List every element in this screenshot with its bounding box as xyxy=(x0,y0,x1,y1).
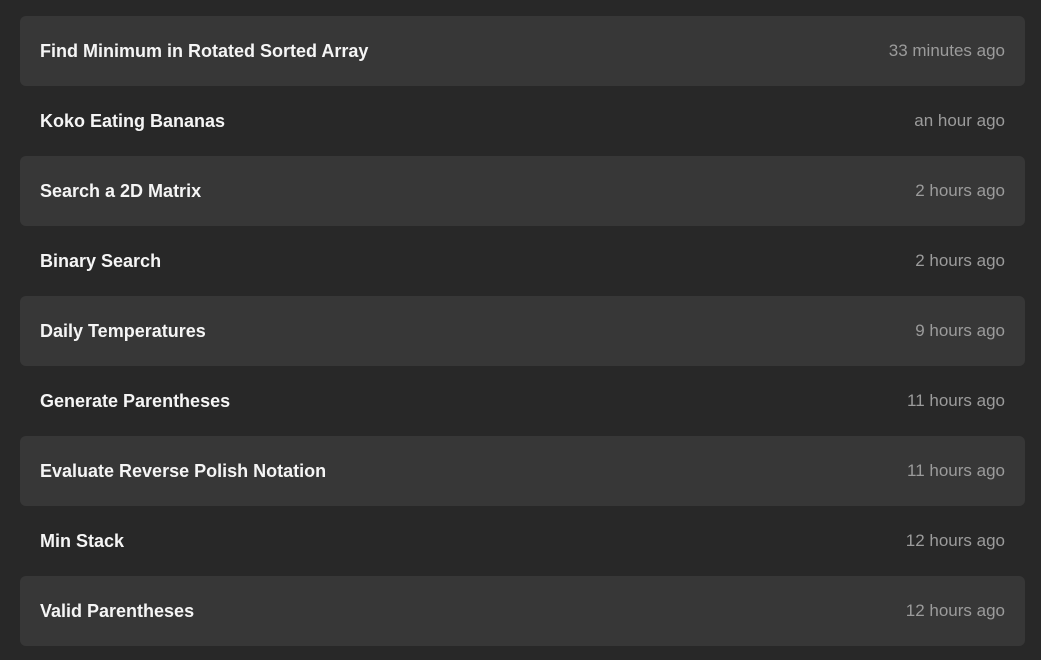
problem-title: Find Minimum in Rotated Sorted Array xyxy=(40,40,369,61)
problem-title: Search a 2D Matrix xyxy=(40,180,202,201)
list-item[interactable]: Min Stack 12 hours ago xyxy=(20,506,1025,576)
submission-time: an hour ago xyxy=(914,111,1005,130)
list-item[interactable]: Daily Temperatures 9 hours ago xyxy=(20,296,1025,366)
submission-time: 12 hours ago xyxy=(905,601,1005,620)
problem-title: Daily Temperatures xyxy=(40,320,206,341)
submission-time: 2 hours ago xyxy=(915,251,1005,270)
submission-time: 2 hours ago xyxy=(915,181,1005,200)
submission-time: 33 minutes ago xyxy=(888,41,1005,60)
list-item[interactable]: Valid Parentheses 12 hours ago xyxy=(20,576,1025,646)
recent-submissions-list: Find Minimum in Rotated Sorted Array 33 … xyxy=(20,16,1025,646)
problem-title: Evaluate Reverse Polish Notation xyxy=(40,460,327,481)
list-item[interactable]: Koko Eating Bananas an hour ago xyxy=(20,86,1025,156)
problem-title: Binary Search xyxy=(40,250,162,271)
problem-title: Valid Parentheses xyxy=(40,600,195,621)
list-item[interactable]: Find Minimum in Rotated Sorted Array 33 … xyxy=(20,16,1025,86)
submission-time: 12 hours ago xyxy=(905,531,1005,550)
submission-time: 11 hours ago xyxy=(907,461,1005,480)
list-item[interactable]: Evaluate Reverse Polish Notation 11 hour… xyxy=(20,436,1025,506)
problem-title: Min Stack xyxy=(40,530,125,551)
problem-title: Generate Parentheses xyxy=(40,390,231,411)
list-item[interactable]: Binary Search 2 hours ago xyxy=(20,226,1025,296)
problem-title: Koko Eating Bananas xyxy=(40,110,226,131)
submission-time: 11 hours ago xyxy=(907,391,1005,410)
list-item[interactable]: Generate Parentheses 11 hours ago xyxy=(20,366,1025,436)
list-item[interactable]: Search a 2D Matrix 2 hours ago xyxy=(20,156,1025,226)
submission-time: 9 hours ago xyxy=(915,321,1005,340)
